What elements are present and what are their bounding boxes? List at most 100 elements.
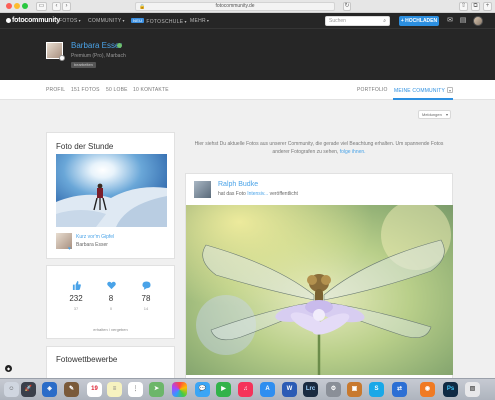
card-title: Fotowettbewerbe — [56, 355, 118, 364]
finder-icon[interactable]: ☺ — [4, 382, 19, 397]
notes-icon[interactable]: ≡ — [107, 382, 122, 397]
favorites-given: 0 — [109, 306, 113, 311]
card-title: Foto der Stunde — [56, 142, 114, 151]
site-header: fotocommunity FOTOS▾ COMMUNITY▾ NEU FOTOS… — [0, 13, 495, 80]
photo-author[interactable]: Barbara Esser — [76, 242, 108, 248]
tab-profil[interactable]: PROFIL — [46, 87, 65, 93]
feed-photo-link[interactable]: Intensiv... — [247, 191, 268, 197]
messages-icon[interactable]: 💬 — [195, 382, 210, 397]
tabs-overview-icon[interactable]: ⧉ — [471, 2, 480, 11]
photoshop-icon[interactable]: Ps — [443, 382, 458, 397]
favorites-count: 8 — [108, 294, 114, 303]
back-button[interactable]: ‹ — [52, 2, 61, 11]
new-badge: NEU — [131, 18, 145, 23]
nav-community[interactable]: COMMUNITY▾ — [88, 18, 125, 24]
chevron-down-icon: ▾ — [78, 18, 81, 23]
logo-icon — [6, 18, 11, 23]
photos-icon[interactable]: ◈ — [42, 382, 57, 397]
heart-icon — [99, 281, 123, 291]
nav-mehr[interactable]: MEHR▾ — [190, 18, 209, 24]
sidebar-toggle-button[interactable]: ▭ — [36, 2, 47, 11]
messages-icon[interactable]: ▤ — [459, 17, 467, 25]
community-intro: Hier siehst Du aktuelle Fotos aus unsere… — [194, 141, 444, 155]
music-icon[interactable]: ♫ — [238, 382, 253, 397]
skype-icon[interactable]: S — [369, 382, 384, 397]
profile-name[interactable]: Barbara Esser — [71, 41, 122, 50]
likes-count: 232 — [69, 294, 83, 303]
comment-icon — [134, 281, 158, 291]
nav-fotoschule[interactable]: NEU FOTOSCHULE▾ — [131, 18, 187, 25]
chevron-down-icon: ▾ — [184, 19, 187, 24]
address-bar[interactable]: 🔒 fotocommunity.de — [135, 2, 335, 11]
search-input[interactable]: Suchen ⌕ — [325, 16, 390, 26]
upload-button[interactable]: + HOCHLADEN — [399, 16, 439, 26]
photo-of-the-hour-card: Foto der Stunde ♥ Kurz vor'm Gipfel Barb… — [46, 132, 175, 259]
new-tab-icon[interactable]: + — [483, 2, 492, 11]
profile-subnav: PROFIL 151 FOTOS 50 LOBE 10 KONTAKTE POR… — [0, 80, 495, 100]
browser-toolbar: ▭ ‹ › 🔒 fotocommunity.de ↻ ⇧ ⧉ + — [0, 0, 495, 13]
notes-app-icon[interactable]: ✎ — [64, 382, 79, 397]
comments-count: 78 — [141, 294, 151, 303]
edit-profile-button[interactable]: bearbeiten — [71, 62, 96, 68]
share-icon[interactable]: ⇧ — [459, 2, 468, 11]
facetime-icon[interactable]: ▶ — [216, 382, 231, 397]
box-icon[interactable]: ▣ — [347, 382, 362, 397]
received-given-toggle[interactable]: erhalten / vergeben — [47, 327, 174, 332]
site-logo[interactable]: fotocommunity — [6, 17, 60, 24]
tab-lobe[interactable]: 50 LOBE — [106, 87, 128, 93]
nav-fotos[interactable]: FOTOS▾ — [59, 18, 81, 24]
search-icon: ⌕ — [383, 18, 386, 24]
follow-link[interactable]: folge ihnen. — [340, 149, 366, 155]
user-avatar[interactable] — [473, 16, 483, 26]
teamviewer-icon[interactable]: ⇄ — [392, 382, 407, 397]
snow-mountain-image — [56, 154, 167, 227]
appstore-icon[interactable]: A — [260, 382, 275, 397]
forward-button[interactable]: › — [62, 2, 71, 11]
comments-stat[interactable]: 78 14 — [134, 281, 158, 311]
feed-item: Ralph Budke hat das Foto Intensiv... ver… — [185, 173, 453, 383]
chevron-down-icon: ▾ — [445, 112, 448, 117]
minimize-window-button[interactable] — [14, 3, 20, 9]
chevron-down-icon: ▾ — [122, 18, 125, 23]
word-icon[interactable]: W — [282, 382, 297, 397]
url-text: fotocommunity.de — [215, 3, 255, 9]
chevron-down-icon[interactable]: ▾ — [447, 87, 454, 93]
lock-icon: 🔒 — [139, 4, 146, 10]
firefox-icon[interactable]: ◉ — [420, 382, 435, 397]
favorites-stat[interactable]: 8 0 — [99, 281, 123, 311]
profile-meta: Premium (Pro), Marbach — [71, 53, 126, 59]
photos-app-icon[interactable] — [172, 382, 187, 397]
feed-photo[interactable] — [186, 205, 453, 375]
likes-stat[interactable]: 232 37 — [64, 281, 88, 311]
privacy-shield-icon[interactable]: ◆ — [5, 365, 12, 372]
tab-fotos[interactable]: 151 FOTOS — [71, 87, 100, 93]
macos-dock: ☺ 🚀 ◈ ✎ 19 ≡ ⋮ ➤ 💬 ▶ ♫ A W Lrc ⚙ ▣ S ⇄ ◉… — [0, 378, 495, 400]
feed-author-avatar[interactable] — [194, 181, 211, 198]
reload-icon[interactable]: ↻ — [343, 2, 351, 11]
photo-title-link[interactable]: Kurz vor'm Gipfel — [76, 234, 114, 240]
zoom-window-button[interactable] — [22, 3, 28, 9]
comments-given: 14 — [143, 306, 149, 311]
chevron-down-icon: ▾ — [206, 18, 210, 23]
photo-of-the-hour-image[interactable] — [56, 154, 167, 227]
main-content: Meldungen ▾ Foto der Stunde ♥ Kurz vor'm… — [0, 100, 495, 386]
sort-dropdown[interactable]: Meldungen ▾ — [418, 110, 451, 119]
tab-kontakte[interactable]: 10 KONTAKTE — [133, 87, 169, 93]
notifications-icon[interactable]: ✉ — [446, 17, 454, 25]
dragonfly-image — [186, 205, 453, 375]
feed-author-name[interactable]: Ralph Budke — [218, 181, 258, 188]
launchpad-icon[interactable]: 🚀 — [21, 382, 36, 397]
tab-portfolio[interactable]: PORTFOLIO — [357, 87, 388, 93]
close-window-button[interactable] — [6, 3, 12, 9]
settings-icon[interactable]: ⚙ — [326, 382, 341, 397]
thumbs-up-icon — [64, 281, 88, 291]
calendar-icon[interactable]: 19 — [87, 382, 102, 397]
maps-icon[interactable]: ➤ — [149, 382, 164, 397]
preview-icon[interactable]: ▧ — [465, 382, 480, 397]
tab-meine-community[interactable]: MEINE COMMUNITY ▾ — [394, 87, 454, 94]
premium-badge-icon — [59, 55, 65, 61]
lightroom-icon[interactable]: Lrc — [303, 382, 318, 397]
reminders-icon[interactable]: ⋮ — [128, 382, 143, 397]
heart-icon: ♥ — [68, 246, 71, 252]
stats-card: 232 37 8 0 78 14 erhalten / vergeben — [46, 265, 175, 339]
